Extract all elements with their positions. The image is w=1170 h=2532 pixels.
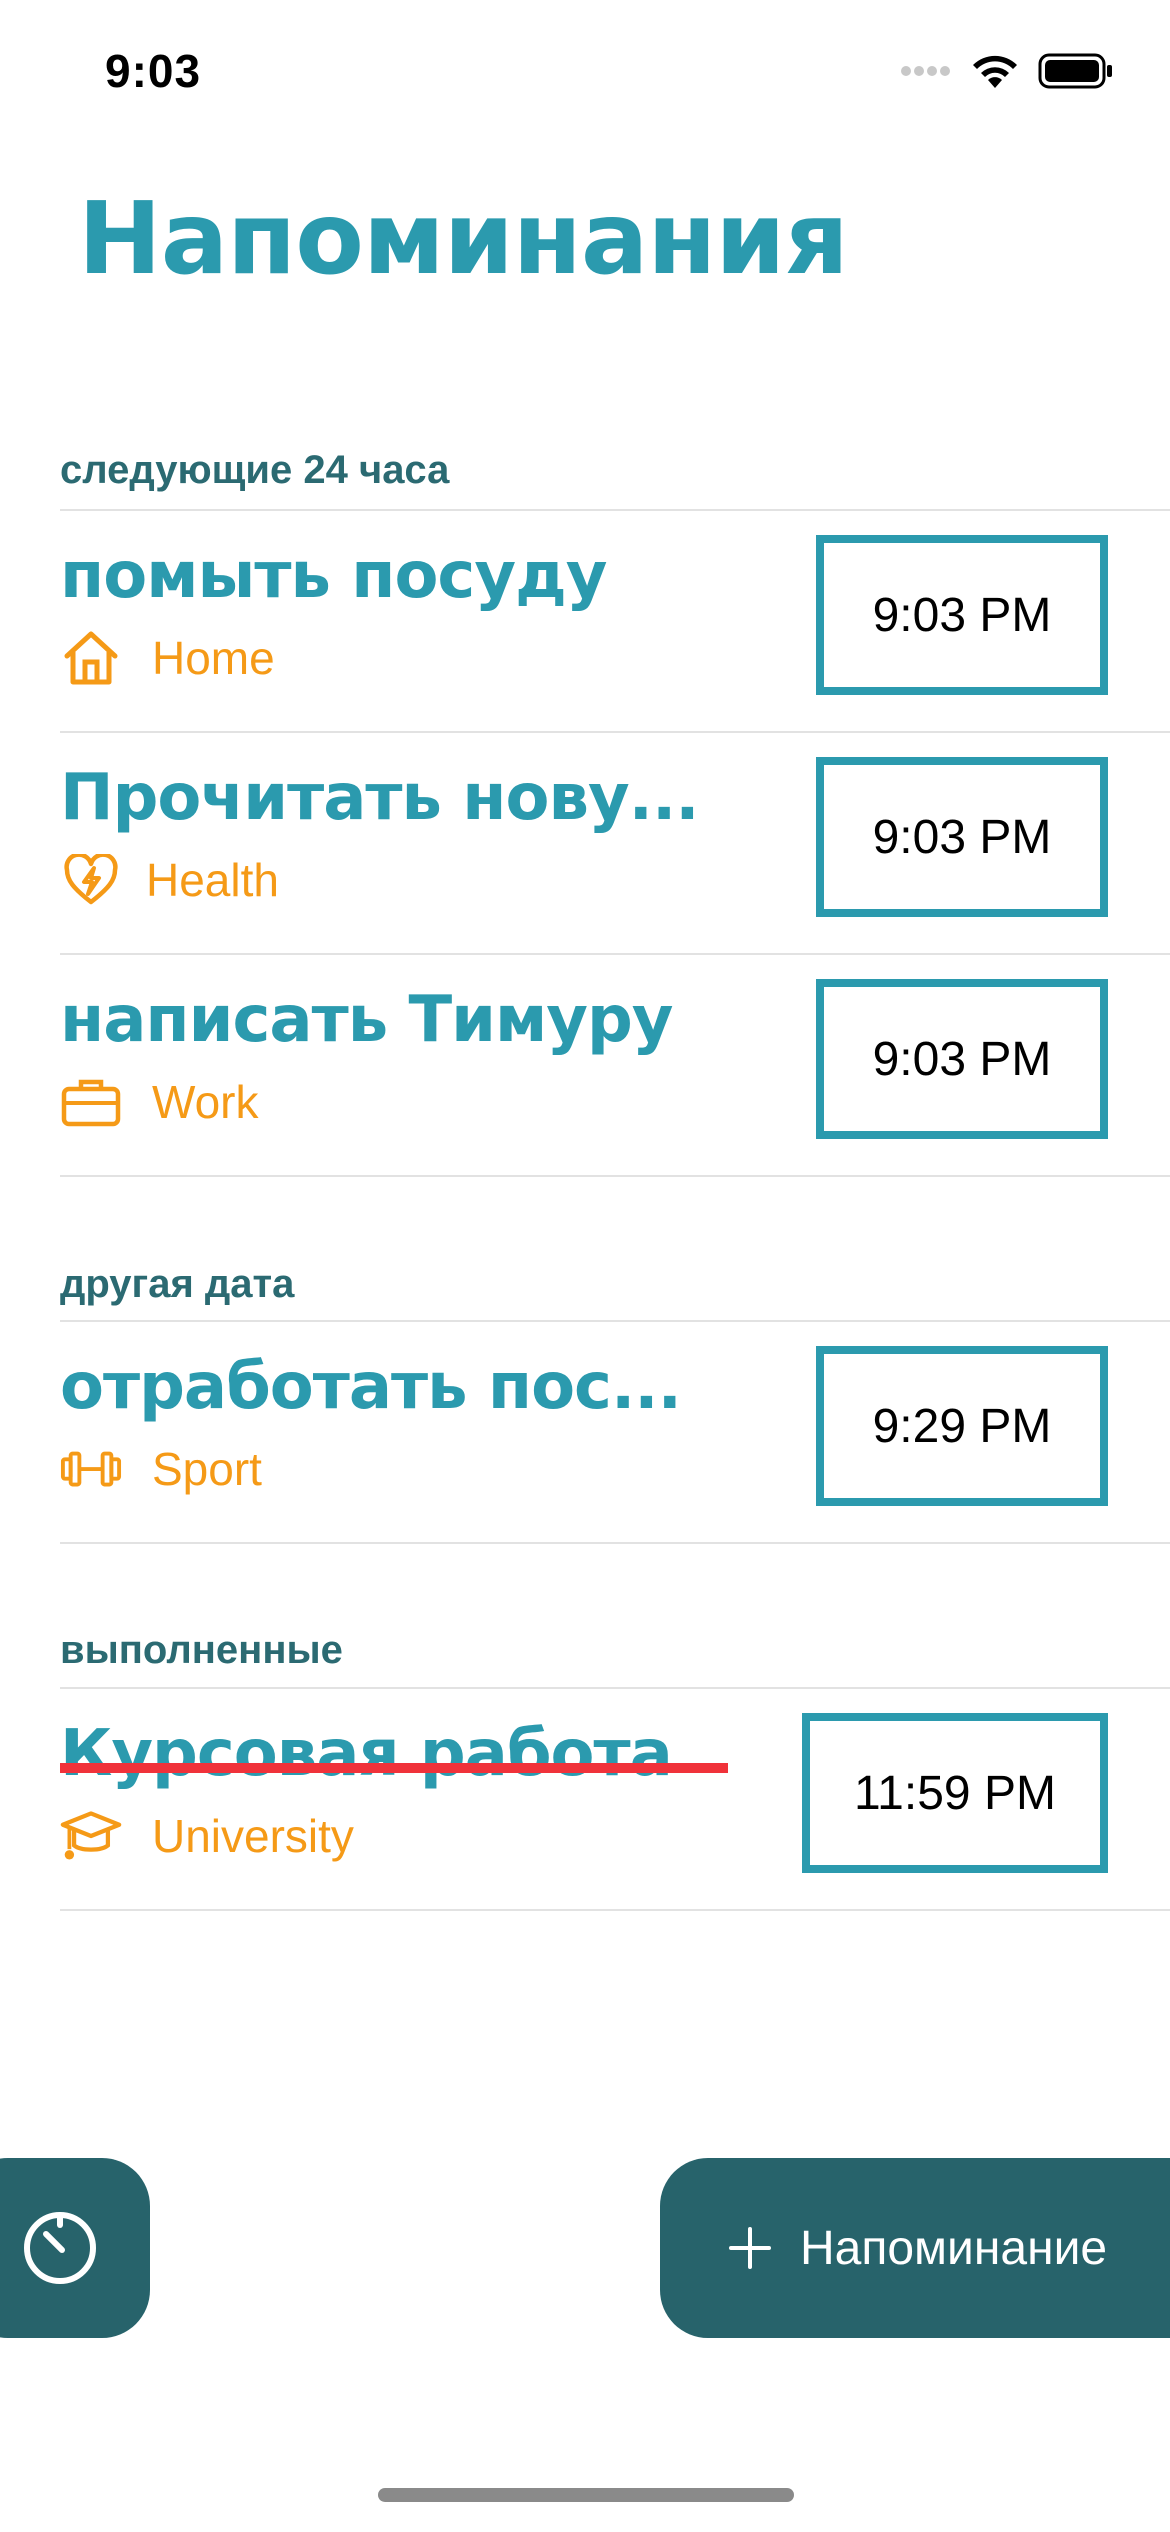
reminder-category: Health — [60, 845, 279, 915]
time-badge[interactable]: 9:29 PM — [816, 1346, 1108, 1506]
cellular-signal-icon — [900, 64, 952, 83]
category-label: Work — [152, 1076, 259, 1128]
dumbbell-icon — [60, 1438, 122, 1500]
divider — [60, 1175, 1170, 1177]
briefcase-icon — [60, 1071, 122, 1133]
plus-icon — [728, 2216, 772, 2280]
category-label: Home — [152, 632, 275, 684]
reminder-category: University — [60, 1801, 354, 1871]
timer-icon — [20, 2208, 100, 2288]
reminder-category: Work — [60, 1067, 259, 1137]
battery-icon — [1038, 53, 1114, 94]
reminder-category: Home — [60, 623, 275, 693]
divider — [60, 1542, 1170, 1544]
reminder-title: Прочитать нову... — [60, 761, 700, 835]
reminder-title: отработать пос... — [60, 1350, 682, 1424]
time-badge[interactable]: 11:59 PM — [802, 1713, 1108, 1873]
reminder-title: написать Тимуру — [60, 983, 674, 1057]
reminder-row[interactable]: помыть посуду Home 9:03 PM — [60, 511, 1170, 731]
wifi-icon — [970, 52, 1020, 95]
heart-bolt-icon — [60, 849, 122, 911]
reminder-title: помыть посуду — [60, 539, 607, 613]
add-reminder-label: Напоминание — [800, 2221, 1108, 2275]
reminder-row-completed[interactable]: Курсовая работа University 11:59 PM — [60, 1689, 1170, 1909]
time-badge[interactable]: 9:03 PM — [816, 979, 1108, 1139]
house-icon — [60, 627, 122, 689]
divider — [60, 1909, 1170, 1911]
reminder-title: Курсовая работа — [60, 1717, 673, 1791]
timer-button[interactable] — [0, 2158, 150, 2338]
section-header-next-24h: следующие 24 часа — [60, 448, 450, 492]
section-header-completed: выполненные — [60, 1628, 343, 1672]
graduation-cap-icon — [60, 1805, 122, 1867]
section-header-other-date: другая дата — [60, 1262, 295, 1306]
strikethrough-line — [60, 1763, 728, 1773]
category-label: University — [152, 1810, 354, 1862]
status-icons — [900, 52, 1114, 95]
time-badge[interactable]: 9:03 PM — [816, 757, 1108, 917]
reminder-row[interactable]: Прочитать нову... Health 9:03 PM — [60, 733, 1170, 953]
category-label: Sport — [152, 1443, 262, 1495]
category-label: Health — [146, 854, 279, 906]
reminder-row[interactable]: отработать пос... Sport 9:29 PM — [60, 1322, 1170, 1542]
add-reminder-button[interactable]: Напоминание — [660, 2158, 1170, 2338]
reminder-category: Sport — [60, 1434, 262, 1504]
status-time: 9:03 — [105, 45, 202, 97]
reminder-row[interactable]: написать Тимуру Work 9:03 PM — [60, 955, 1170, 1175]
home-indicator[interactable] — [378, 2488, 794, 2502]
page-title: Напоминания — [78, 180, 849, 297]
time-badge[interactable]: 9:03 PM — [816, 535, 1108, 695]
screen: 9:03 Напоминания следующие 24 часа помыт… — [0, 0, 1170, 2532]
